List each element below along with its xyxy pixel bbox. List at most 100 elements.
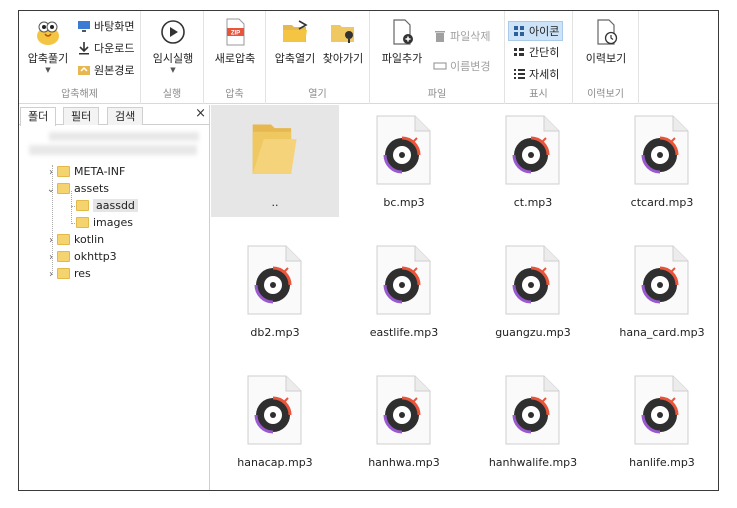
file-tile[interactable]: hanlife.mp3 xyxy=(598,365,718,477)
view-simple-label: 간단히 xyxy=(529,46,560,59)
file-tile[interactable]: ct.mp3 xyxy=(469,105,597,217)
delete-file-button[interactable]: 파일삭제 xyxy=(433,27,490,47)
file-name-label: ctcard.mp3 xyxy=(630,196,694,209)
view-simple-button[interactable]: 간단히 xyxy=(512,43,559,63)
add-file-button[interactable]: 파일추가 xyxy=(376,17,428,66)
folder-icon xyxy=(76,217,89,228)
mp3-file-icon xyxy=(505,115,560,185)
browse-folder-icon xyxy=(331,25,354,43)
group-file: 파일추가 파일삭제 이름변경 파일 xyxy=(370,11,505,104)
file-tile[interactable]: guangzu.mp3 xyxy=(469,235,597,347)
view-icons-button[interactable]: 아이콘 xyxy=(508,21,564,41)
file-name-label: hanacap.mp3 xyxy=(237,456,313,469)
file-tile-parent-folder[interactable]: .. xyxy=(211,105,339,217)
mp3-file-icon xyxy=(247,245,302,315)
chevron-right-icon[interactable]: › xyxy=(45,266,57,283)
file-name-label: hanhwalife.mp3 xyxy=(488,456,578,469)
temp-run-label: 임시실행 xyxy=(152,52,194,65)
browse-label: 찾아가기 xyxy=(322,52,364,65)
file-tile[interactable]: ctcard.mp3 xyxy=(598,105,718,217)
tree-item-label: res xyxy=(74,267,91,280)
folder-pane: 폴더 필터 검색 × › META-INF ⌄ assets aassdd imag… xyxy=(19,105,210,490)
extract-download-button[interactable]: 다운로드 xyxy=(77,39,134,59)
download-label: 다운로드 xyxy=(94,42,135,55)
extract-desktop-button[interactable]: 바탕화면 xyxy=(77,17,134,37)
file-tile[interactable]: hana_card.mp3 xyxy=(598,235,718,347)
tree-item-label: assets xyxy=(74,182,110,195)
tree-item-images[interactable]: images xyxy=(76,214,133,231)
add-file-label: 파일추가 xyxy=(381,52,423,65)
group-view: 아이콘 간단히 자세히 표시 xyxy=(505,11,573,104)
tree-item-label: META-INF xyxy=(74,165,126,178)
extract-dropdown-icon[interactable]: ▼ xyxy=(23,66,73,74)
tab-filter[interactable]: 필터 xyxy=(63,107,100,125)
file-name-label: bc.mp3 xyxy=(383,196,425,209)
trash-icon xyxy=(435,31,445,42)
tree-item-res[interactable]: › res xyxy=(45,265,91,282)
tree-item-kotlin[interactable]: › kotlin xyxy=(45,231,104,248)
file-tile[interactable]: hanhwalife.mp3 xyxy=(469,365,597,477)
tree-item-okhttp3[interactable]: › okhttp3 xyxy=(45,248,117,265)
tree-item-assets[interactable]: ⌄ assets xyxy=(45,180,109,197)
chevron-right-icon[interactable]: › xyxy=(45,232,57,249)
file-name-label: hana_card.mp3 xyxy=(619,326,705,339)
tree-item-meta-inf[interactable]: › META-INF xyxy=(45,163,125,180)
chevron-down-icon[interactable]: ⌄ xyxy=(45,181,57,198)
details-icon xyxy=(514,69,525,79)
open-zip-button[interactable]: 압축열기 xyxy=(271,17,319,66)
view-icons-label: 아이콘 xyxy=(529,25,560,38)
folder-icon xyxy=(57,268,70,279)
mp3-file-icon xyxy=(376,245,431,315)
origin-label: 원본경로 xyxy=(94,64,135,77)
add-file-icon xyxy=(393,19,413,45)
file-tile[interactable]: hanacap.mp3 xyxy=(211,365,339,477)
file-tile[interactable]: hanhwa.mp3 xyxy=(340,365,468,477)
desktop-label: 바탕화면 xyxy=(94,20,135,33)
mp3-file-icon xyxy=(376,375,431,445)
pane-tabs: 폴더 필터 검색 × xyxy=(19,105,210,126)
file-name-label: db2.mp3 xyxy=(250,326,300,339)
delete-file-label: 파일삭제 xyxy=(450,30,491,43)
new-zip-label: 새로압축 xyxy=(214,52,256,65)
mp3-file-icon xyxy=(634,375,689,445)
folder-icon xyxy=(57,166,70,177)
tree-item-aassdd[interactable]: aassdd xyxy=(76,197,138,214)
view-details-label: 자세히 xyxy=(529,68,560,81)
tree-item-label: aassdd xyxy=(93,199,138,212)
group-run: 임시실행 ▼ 실행 xyxy=(141,11,204,104)
mp3-file-icon xyxy=(376,115,431,185)
close-pane-icon[interactable]: × xyxy=(195,106,206,121)
history-button[interactable]: 이력보기 xyxy=(579,17,633,66)
tree-item-label: images xyxy=(93,216,133,229)
tree-item-label: okhttp3 xyxy=(74,250,117,263)
file-tile[interactable]: db2.mp3 xyxy=(211,235,339,347)
group-label-view: 표시 xyxy=(529,89,548,100)
play-icon xyxy=(161,20,185,44)
group-history: 이력보기 이력보기 xyxy=(573,11,639,104)
mp3-file-icon xyxy=(505,375,560,445)
temp-run-dropdown-icon[interactable]: ▼ xyxy=(147,66,199,74)
mp3-file-icon xyxy=(634,245,689,315)
list-icon xyxy=(514,48,524,56)
view-details-button[interactable]: 자세히 xyxy=(512,65,559,85)
file-tile[interactable]: eastlife.mp3 xyxy=(340,235,468,347)
folder-icon xyxy=(57,251,70,262)
new-zip-button[interactable]: ZIP 새로압축 xyxy=(209,17,261,66)
rename-button[interactable]: 이름변경 xyxy=(433,57,490,77)
tab-folder[interactable]: 폴더 xyxy=(20,107,57,126)
extract-label: 압축풀기 xyxy=(27,52,69,65)
browse-button[interactable]: 찾아가기 xyxy=(319,17,367,66)
extract-button[interactable]: 압축풀기 ▼ xyxy=(23,17,73,74)
file-tile[interactable]: bc.mp3 xyxy=(340,105,468,217)
chevron-right-icon[interactable]: › xyxy=(45,164,57,181)
extract-origin-button[interactable]: 원본경로 xyxy=(77,61,134,81)
chevron-right-icon[interactable]: › xyxy=(45,249,57,266)
group-label-run: 실행 xyxy=(162,89,182,100)
folder-icon xyxy=(252,124,297,174)
app-window: 압축풀기 ▼ 바탕화면 다운로드 원본경로 압축해제 임시실행 ▼ 실행 ZIP… xyxy=(18,10,719,491)
group-label-open: 열기 xyxy=(308,89,327,100)
rename-icon xyxy=(433,62,447,70)
file-name-label: hanlife.mp3 xyxy=(629,456,695,469)
temp-run-button[interactable]: 임시실행 ▼ xyxy=(147,17,199,74)
tab-search[interactable]: 검색 xyxy=(107,107,144,125)
